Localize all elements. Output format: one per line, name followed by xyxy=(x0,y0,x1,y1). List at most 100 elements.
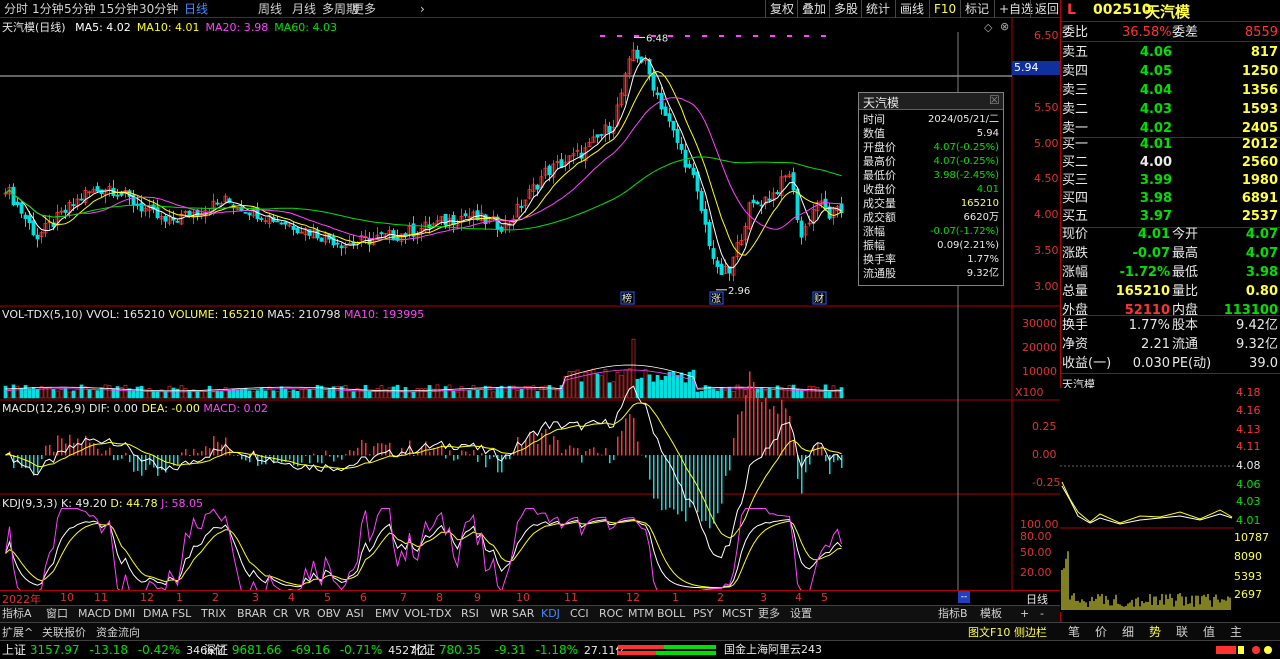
event-mark-2[interactable]: 财 xyxy=(814,292,824,305)
indicator-tab-24[interactable]: 更多 xyxy=(758,606,780,621)
volume-bar xyxy=(191,389,196,399)
volume-bar xyxy=(791,384,796,399)
indicator-tab-1[interactable]: 窗口 xyxy=(46,606,68,621)
indicator-tab-21[interactable]: BOLL xyxy=(657,606,685,621)
indicator-tab-8[interactable]: CR xyxy=(273,606,288,621)
buy-row[interactable]: 买一 4.01 2012 xyxy=(1062,135,1280,154)
indicator-tab-23[interactable]: MCST xyxy=(722,606,753,621)
indicator-tab-7[interactable]: BRAR xyxy=(237,606,267,621)
macd-bar xyxy=(129,455,131,463)
period-tab-9[interactable]: 更多 xyxy=(352,0,376,18)
period-tab-2[interactable]: 5分钟 xyxy=(64,0,96,18)
bottom-tab-2[interactable]: 资金流向 xyxy=(96,624,140,640)
indicator-tab-0[interactable]: 指标A xyxy=(2,606,32,621)
event-mark-0[interactable]: 榜 xyxy=(622,292,632,305)
indicator-right-tab-2[interactable]: + xyxy=(1020,606,1029,621)
buy-row[interactable]: 买三 3.99 1980 xyxy=(1062,171,1280,190)
indicator-right-tab-0[interactable]: 指标B xyxy=(938,606,968,621)
bottom-tab-0[interactable]: 扩展^ xyxy=(2,624,33,640)
buy-row[interactable]: 买四 3.98 6891 xyxy=(1062,189,1280,208)
macd-bar xyxy=(609,455,611,464)
period-tab-5[interactable]: 日线 xyxy=(184,0,208,18)
sell-row[interactable]: 卖二 4.03 1593 xyxy=(1062,100,1280,119)
index-shanghai[interactable]: 上证 3157.97 -13.18 -0.42% 3466亿 xyxy=(2,641,225,659)
sidebar-link[interactable]: 侧边栏 xyxy=(1014,624,1047,640)
toolbar-button-3[interactable]: 统计 xyxy=(861,0,894,18)
indicator-tab-15[interactable]: WR xyxy=(490,606,509,621)
right-panel-tab-3[interactable]: 势 xyxy=(1149,623,1161,640)
right-panel-tab-6[interactable]: 主 xyxy=(1230,623,1242,640)
period-tab-1[interactable]: 1分钟 xyxy=(32,0,64,18)
right-panel-tab-4[interactable]: 联 xyxy=(1176,623,1188,640)
chevron-right-icon[interactable]: › xyxy=(420,0,425,18)
volume-bar xyxy=(107,385,112,399)
bottom-tab-1[interactable]: 关联报价 xyxy=(42,624,86,640)
indicator-tab-4[interactable]: DMA xyxy=(143,606,169,621)
candle-body xyxy=(715,260,720,267)
indicator-tab-9[interactable]: VR xyxy=(295,606,310,621)
indicator-tab-14[interactable]: RSI xyxy=(461,606,479,621)
indicator-tab-22[interactable]: PSY xyxy=(693,606,713,621)
date-label-2: 11 xyxy=(94,591,108,604)
candle-body xyxy=(759,204,764,207)
indicator-tab-3[interactable]: DMI xyxy=(114,606,135,621)
indicator-tab-13[interactable]: VOL-TDX xyxy=(404,606,452,621)
indicator-tab-2[interactable]: MACD xyxy=(78,606,111,621)
buy-price: 4.01 xyxy=(1139,137,1172,152)
sell-row[interactable]: 卖四 4.05 1250 xyxy=(1062,62,1280,81)
tooltip-close-icon[interactable]: ☒ xyxy=(989,93,1000,107)
sell-row[interactable]: 卖三 4.04 1356 xyxy=(1062,81,1280,100)
indicator-tab-17[interactable]: KDJ xyxy=(541,606,560,621)
toolbar-button-2[interactable]: 多股 xyxy=(829,0,862,18)
toolbar-button-1[interactable]: 叠加 xyxy=(797,0,830,18)
indicator-tab-20[interactable]: MTM xyxy=(628,606,654,621)
toolbar-button-4[interactable]: 画线 xyxy=(895,0,928,18)
volume-bar xyxy=(23,385,28,399)
indicator-right-tab-1[interactable]: 模板 xyxy=(980,606,1002,621)
sell-price: 4.06 xyxy=(1139,45,1172,60)
indicator-tab-5[interactable]: FSL xyxy=(172,606,191,621)
stat-label: 流通 xyxy=(1172,337,1199,352)
indicator-right-tab-3[interactable]: - xyxy=(1040,606,1044,621)
indicator-tab-18[interactable]: CCI xyxy=(570,606,589,621)
mini-intraday-chart[interactable] xyxy=(1060,388,1234,612)
indicator-tab-25[interactable]: 设置 xyxy=(790,606,812,621)
index-shenzhen[interactable]: 深证 9681.66 -69.16 -0.71% 4527亿 xyxy=(204,641,427,659)
indicator-tab-6[interactable]: TRIX xyxy=(201,606,226,621)
scroll-indicator[interactable]: -- xyxy=(958,591,970,603)
toolbar-button-6[interactable]: 标记 xyxy=(960,0,993,18)
event-mark-1[interactable]: 涨 xyxy=(711,293,721,305)
macd-bar xyxy=(721,455,723,504)
period-tab-0[interactable]: 分时 xyxy=(4,0,28,18)
indicator-tab-10[interactable]: OBV xyxy=(317,606,340,621)
sell-row[interactable]: 卖五 4.06 817 xyxy=(1062,43,1280,62)
right-panel-tab-2[interactable]: 细 xyxy=(1122,623,1134,640)
indicator-tab-19[interactable]: ROC xyxy=(599,606,623,621)
indicator-tab-11[interactable]: ASI xyxy=(346,606,364,621)
index-beizheng[interactable]: 北证 780.35 -9.31 -1.18% 27.11亿 xyxy=(411,641,626,659)
macdTicks-tick-1: 0.00 xyxy=(1032,448,1057,461)
server-name[interactable]: 国金上海阿里云243 xyxy=(724,641,822,659)
period-tab-4[interactable]: 30分钟 xyxy=(139,0,178,18)
macd-bar xyxy=(517,437,519,456)
macd-bar xyxy=(641,454,643,456)
period-tab-6[interactable]: 周线 xyxy=(258,0,282,18)
right-panel-tab-0[interactable]: 笔 xyxy=(1068,623,1080,640)
macd-bar xyxy=(101,453,103,456)
toolbar-button-5[interactable]: F10 xyxy=(929,0,960,18)
buy-row[interactable]: 买二 4.00 2560 xyxy=(1062,153,1280,172)
mini-price-tick-0: 4.18 xyxy=(1236,386,1261,399)
indicator-tab-12[interactable]: EMV xyxy=(375,606,399,621)
mini-price-tick-3: 4.11 xyxy=(1236,440,1261,453)
indicator-tab-16[interactable]: SAR xyxy=(512,606,534,621)
f10-link[interactable]: 图文F10 xyxy=(968,624,1010,640)
period-tab-7[interactable]: 月线 xyxy=(292,0,316,18)
right-panel-tab-5[interactable]: 值 xyxy=(1203,623,1215,640)
stat-label: 涨幅 xyxy=(1062,265,1089,280)
right-panel-tab-1[interactable]: 价 xyxy=(1095,623,1107,640)
buy-row[interactable]: 买五 3.97 2537 xyxy=(1062,207,1280,226)
toolbar-button-8[interactable]: 返回 xyxy=(1030,0,1063,18)
period-tab-3[interactable]: 15分钟 xyxy=(99,0,138,18)
toolbar-button-0[interactable]: 复权 xyxy=(765,0,798,18)
candle-body xyxy=(663,106,668,116)
